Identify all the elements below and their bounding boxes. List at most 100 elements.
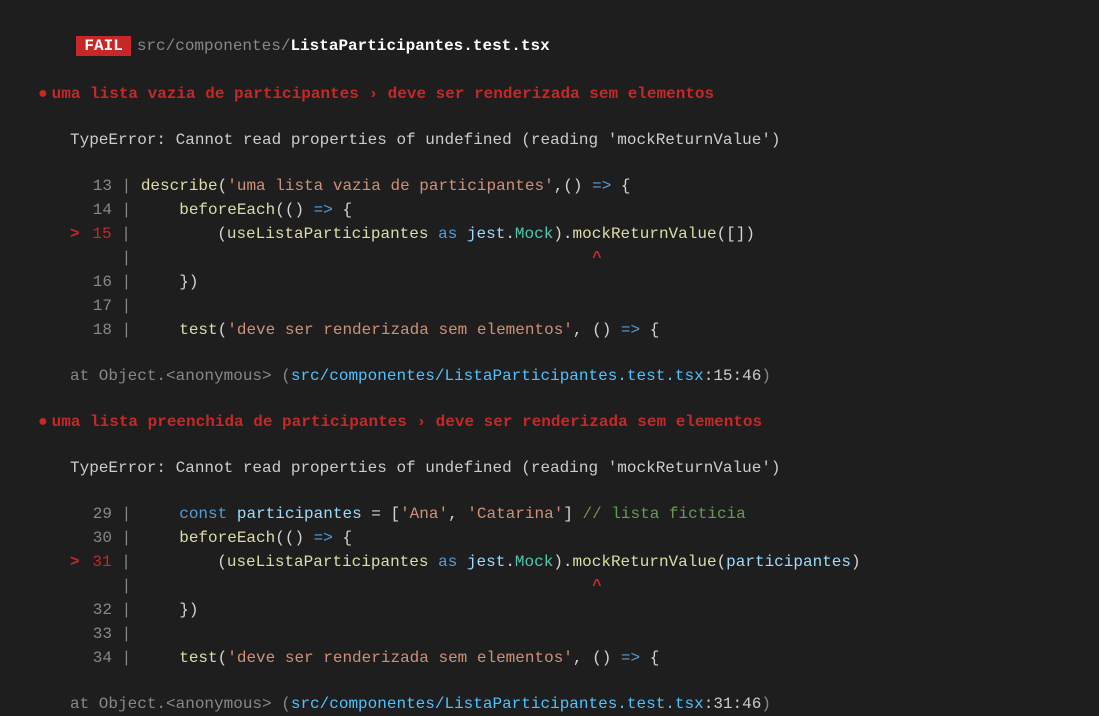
code-token: test: [179, 649, 217, 667]
code-token: {: [333, 201, 352, 219]
code-token: beforeEach: [179, 529, 275, 547]
gutter-pipe: |: [112, 601, 141, 619]
test-title-text: uma lista vazia de participantes › deve …: [52, 85, 715, 103]
code-token: {: [333, 529, 352, 547]
stack-prefix: at Object.<anonymous> (: [70, 367, 291, 385]
code-token: // lista ficticia: [583, 505, 746, 523]
code-line: 16 | }): [70, 270, 1099, 294]
code-token: jest: [467, 225, 505, 243]
line-number: 34: [70, 646, 112, 670]
code-token: 'uma lista vazia de participantes': [227, 177, 553, 195]
file-path-prefix: src/componentes/: [137, 37, 291, 55]
gutter-pipe: |: [112, 297, 141, 315]
error-message: TypeError: Cannot read properties of und…: [70, 456, 1099, 480]
line-number: 16: [70, 270, 112, 294]
code-token: ]: [563, 505, 582, 523]
code-line: 29 | const participantes = ['Ana', 'Cata…: [70, 502, 1099, 526]
active-line-chevron-icon: >: [70, 553, 80, 571]
terminal-output[interactable]: FAILsrc/componentes/ListaParticipantes.t…: [0, 10, 1099, 716]
code-token: beforeEach: [179, 201, 275, 219]
code-line: 34 | test('deve ser renderizada sem elem…: [70, 646, 1099, 670]
code-token: {: [611, 177, 630, 195]
code-token: useListaParticipantes: [227, 225, 429, 243]
code-token: jest: [467, 553, 505, 571]
code-token: =>: [314, 529, 333, 547]
code-line: 18 | test('deve ser renderizada sem elem…: [70, 318, 1099, 342]
code-token: 'Ana': [400, 505, 448, 523]
code-token: (: [218, 321, 228, 339]
code-token: [457, 553, 467, 571]
stack-trace: at Object.<anonymous> (src/componentes/L…: [70, 364, 1099, 388]
code-token: [141, 649, 179, 667]
code-token: [141, 505, 179, 523]
gutter-pipe: |: [112, 201, 141, 219]
line-number: 14: [70, 198, 112, 222]
code-token: 'Catarina': [467, 505, 563, 523]
code-token: ((): [275, 201, 313, 219]
code-token: [428, 553, 438, 571]
code-token: ).: [553, 225, 572, 243]
stack-suffix: ): [761, 695, 771, 713]
line-number: 18: [70, 318, 112, 342]
code-token: mockReturnValue: [573, 553, 717, 571]
code-token: (: [218, 177, 228, 195]
test-file-header: FAILsrc/componentes/ListaParticipantes.t…: [0, 10, 1099, 82]
code-token: 'deve ser renderizada sem elementos': [227, 321, 573, 339]
line-number: 33: [70, 622, 112, 646]
gutter-pipe: |: [112, 529, 141, 547]
code-line: 33 |: [70, 622, 1099, 646]
code-token: ((): [275, 529, 313, 547]
code-token: [141, 529, 179, 547]
stack-file-link[interactable]: src/componentes/ListaParticipantes.test.…: [291, 695, 704, 713]
code-token: {: [640, 649, 659, 667]
code-token: ,: [448, 505, 467, 523]
active-line-chevron-icon: >: [70, 225, 80, 243]
stack-trace: at Object.<anonymous> (src/componentes/L…: [70, 692, 1099, 716]
line-number: 29: [70, 502, 112, 526]
code-token: 'deve ser renderizada sem elementos': [227, 649, 573, 667]
gutter-pipe: |: [112, 505, 141, 523]
code-token: ): [851, 553, 861, 571]
code-token: =>: [314, 201, 333, 219]
gutter-pipe: |: [112, 321, 141, 339]
gutter-pipe: |: [112, 553, 141, 571]
stack-prefix: at Object.<anonymous> (: [70, 695, 291, 713]
test-title-text: uma lista preenchida de participantes › …: [52, 413, 763, 431]
test-failure-title: ●uma lista vazia de participantes › deve…: [0, 82, 1099, 106]
code-token: =>: [621, 649, 640, 667]
code-token: ([]): [717, 225, 755, 243]
code-line: 17 |: [70, 294, 1099, 318]
stack-location: :31:46: [704, 695, 762, 713]
code-token: Mock: [515, 553, 553, 571]
code-token: , (): [573, 321, 621, 339]
code-token: (: [140, 225, 226, 243]
code-token: const: [179, 505, 227, 523]
code-token: [227, 505, 237, 523]
line-number: 32: [70, 598, 112, 622]
line-number: 13: [70, 174, 112, 198]
gutter-pipe: |: [112, 273, 141, 291]
code-token: [428, 225, 438, 243]
code-token: .: [505, 225, 515, 243]
code-line: 14 | beforeEach(() => {: [70, 198, 1099, 222]
code-token: participantes: [237, 505, 362, 523]
code-token: ).: [553, 553, 572, 571]
file-name: ListaParticipantes.test.tsx: [290, 37, 549, 55]
code-token: .: [505, 553, 515, 571]
code-token: , (): [573, 649, 621, 667]
line-number: 31: [80, 550, 112, 574]
line-number: 17: [70, 294, 112, 318]
code-token: participantes: [726, 553, 851, 571]
code-token: describe: [141, 177, 218, 195]
code-line: 30 | beforeEach(() => {: [70, 526, 1099, 550]
code-token: (: [218, 649, 228, 667]
line-number: 15: [80, 222, 112, 246]
stack-file-link[interactable]: src/componentes/ListaParticipantes.test.…: [291, 367, 704, 385]
code-token: useListaParticipantes: [227, 553, 429, 571]
test-failure-title: ●uma lista preenchida de participantes ›…: [0, 410, 1099, 434]
code-token: as: [438, 225, 457, 243]
code-caret-line: | ^: [70, 574, 1099, 598]
stack-location: :15:46: [704, 367, 762, 385]
code-token: Mock: [515, 225, 553, 243]
code-caret-line: | ^: [70, 246, 1099, 270]
